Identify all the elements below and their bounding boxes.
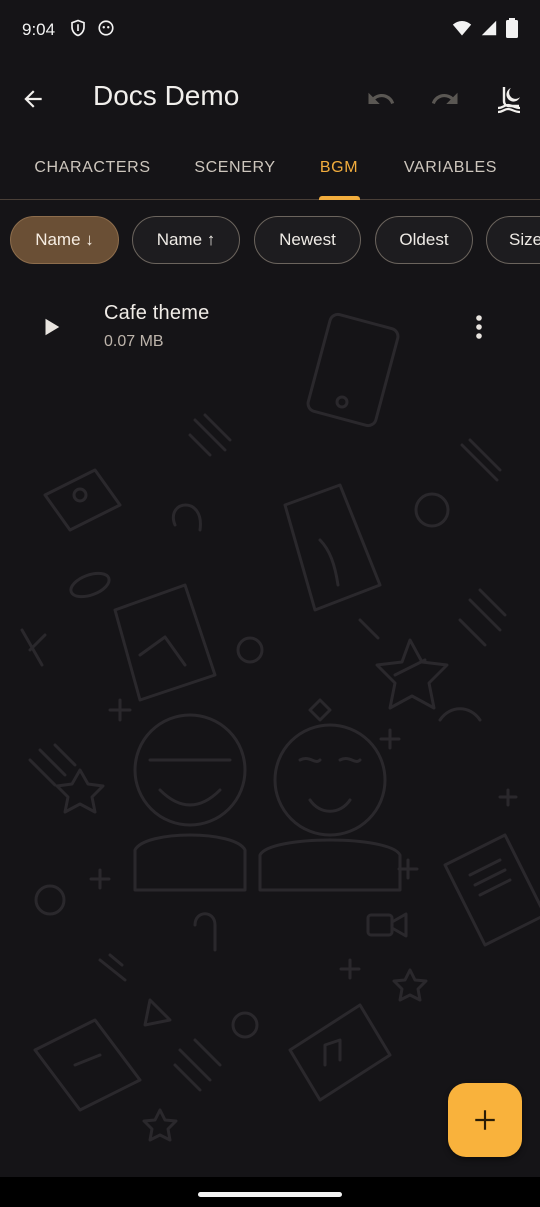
add-button[interactable] — [448, 1083, 522, 1157]
status-bar: 9:04 — [0, 0, 540, 60]
home-gesture-bar[interactable] — [198, 1192, 342, 1197]
tab-variables[interactable]: VARIABLES — [388, 136, 513, 199]
undo-button[interactable] — [364, 84, 398, 114]
system-nav-bar — [0, 1177, 540, 1207]
sort-size-chip[interactable]: Size — [486, 216, 540, 264]
tab-scenery[interactable]: SCENERY — [180, 136, 290, 199]
redo-icon — [431, 92, 458, 104]
app-status-icon — [97, 19, 115, 42]
item-size: 0.07 MB — [104, 333, 164, 350]
tab-bgm[interactable]: BGM — [305, 136, 373, 199]
play-button[interactable] — [38, 314, 64, 340]
back-button[interactable] — [18, 84, 48, 114]
status-time: 9:04 — [22, 20, 56, 39]
plus-icon — [475, 1110, 495, 1130]
more-options-button[interactable] — [466, 312, 492, 342]
tab-characters[interactable]: CHARACTERS — [20, 136, 165, 199]
list-item[interactable]: Cafe theme 0.07 MB — [0, 290, 540, 364]
page-title: Docs Demo — [93, 80, 240, 111]
tab-bar: CHARACTERS SCENERY BGM VARIABLES — [0, 136, 540, 200]
redo-button[interactable] — [428, 84, 462, 114]
tab-indicator — [319, 196, 360, 200]
sort-oldest-chip[interactable]: Oldest — [375, 216, 473, 264]
battery-icon — [506, 17, 518, 43]
background-doodle-art — [20, 312, 540, 1142]
sort-name-desc-chip[interactable]: Name ↓ — [10, 216, 119, 264]
shield-icon — [69, 19, 87, 42]
more-vertical-icon — [476, 315, 482, 339]
theme-mode-icon — [497, 87, 521, 114]
app-bar: Docs Demo — [0, 60, 540, 136]
undo-icon — [368, 92, 395, 104]
item-title: Cafe theme — [104, 302, 210, 324]
signal-icon — [480, 19, 498, 42]
arrow-left-icon — [24, 90, 42, 108]
theme-toggle-button[interactable] — [492, 82, 526, 116]
sort-chip-row: Name ↓ Name ↑ Newest Oldest Size — [0, 212, 540, 268]
sort-name-asc-chip[interactable]: Name ↑ — [132, 216, 240, 264]
play-icon — [45, 318, 60, 336]
wifi-icon — [452, 19, 472, 42]
sort-newest-chip[interactable]: Newest — [254, 216, 361, 264]
